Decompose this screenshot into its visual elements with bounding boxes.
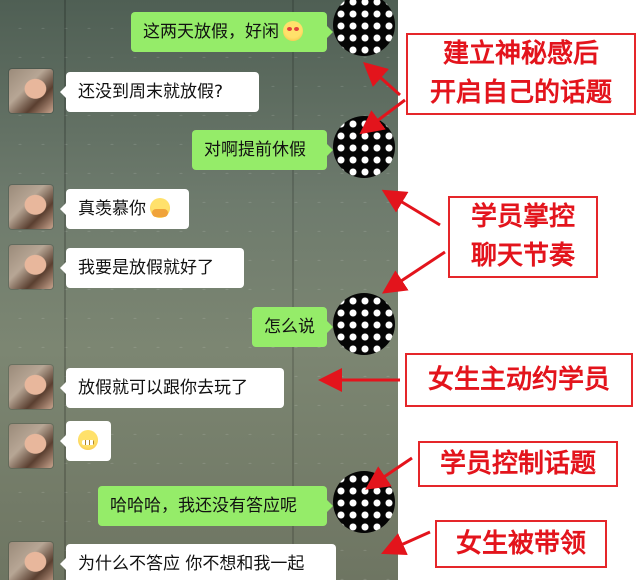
message-text: 这两天放假，好闲 [143, 22, 279, 42]
message-text: 为什么不答应 你不想和我一起 [78, 554, 305, 574]
contact-avatar[interactable] [9, 542, 53, 580]
message-bubble-contact: 我要是放假就好了 [60, 248, 244, 288]
message-bubble-contact: 还没到周末就放假? [60, 72, 259, 112]
message-bubble-contact: 放假就可以跟你去玩了 [60, 368, 284, 408]
annotation-line: 女生被带领 [455, 529, 586, 559]
message-text: 我要是放假就好了 [78, 258, 214, 278]
annotation-line: 聊天节奏 [470, 241, 575, 271]
message-text: 放假就可以跟你去玩了 [78, 378, 248, 398]
annotation-line: 建立神秘感后 [442, 39, 599, 69]
annotation-label: 建立神秘感后 开启自己的话题 [406, 33, 636, 115]
hands-emoji-icon [150, 197, 170, 218]
message-text: 怎么说 [264, 317, 315, 337]
annotation-label: 学员控制话题 [418, 441, 618, 487]
message-bubble-contact: 真羡慕你 [60, 189, 189, 229]
annotation-line: 学员控制话题 [439, 449, 596, 479]
message-text: 还没到周末就放假? [78, 82, 224, 102]
smile-emoji-icon [283, 20, 303, 41]
contact-avatar[interactable] [9, 365, 53, 409]
annotation-line: 女生主动约学员 [427, 365, 610, 395]
message-bubble-mine: 这两天放假，好闲 [131, 12, 333, 52]
contact-avatar[interactable] [9, 424, 53, 468]
message-bubble-mine: 对啊提前休假 [192, 130, 333, 170]
my-avatar[interactable] [333, 471, 395, 533]
message-bubble-contact [60, 421, 111, 461]
annotation-line: 学员掌控 [470, 202, 575, 232]
my-avatar[interactable] [333, 293, 395, 355]
annotation-label: 学员掌控 聊天节奏 [448, 196, 598, 278]
chat-window: 这两天放假，好闲 还没到周末就放假? 对啊提前休假 真羡慕你 我要是放假就好了 … [0, 0, 398, 580]
contact-avatar[interactable] [9, 245, 53, 289]
annotation-line: 开启自己的话题 [429, 78, 612, 108]
message-bubble-mine: 哈哈哈，我还没有答应呢 [98, 486, 333, 526]
my-avatar[interactable] [333, 0, 395, 56]
contact-avatar[interactable] [9, 185, 53, 229]
arrow-down [381, 250, 446, 294]
message-text: 真羡慕你 [78, 199, 146, 219]
grimace-emoji-icon [78, 429, 98, 450]
message-text: 哈哈哈，我还没有答应呢 [110, 496, 297, 516]
message-text: 对啊提前休假 [204, 140, 306, 160]
my-avatar[interactable] [333, 116, 395, 178]
message-bubble-mine: 怎么说 [252, 307, 333, 347]
annotation-label: 女生主动约学员 [405, 353, 633, 407]
annotation-label: 女生被带领 [435, 520, 607, 568]
contact-avatar[interactable] [9, 69, 53, 113]
message-bubble-contact: 为什么不答应 你不想和我一起 [60, 544, 336, 580]
arrow-up [381, 189, 441, 227]
